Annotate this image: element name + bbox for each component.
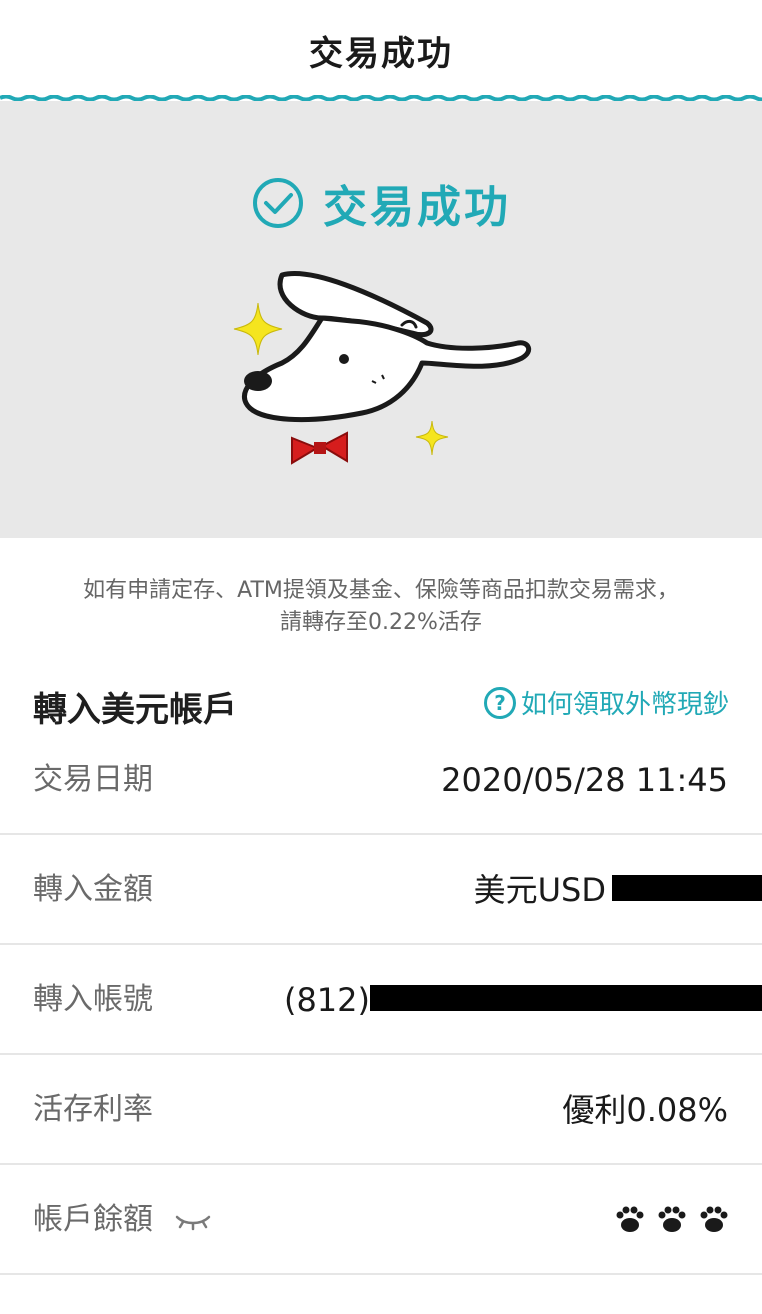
question-circle-icon: ? xyxy=(483,686,516,719)
success-banner: 交易成功 xyxy=(0,173,762,233)
row-label-wrap: 帳戶餘額 xyxy=(33,1165,213,1275)
row-divider xyxy=(0,1273,762,1275)
notice-line-2: 請轉存至0.22%活存 xyxy=(280,610,482,635)
row-label: 帳戶餘額 xyxy=(33,1202,153,1237)
success-text: 交易成功 xyxy=(323,182,511,233)
row-value: 2020/05/28 11:45 xyxy=(441,761,728,799)
row-label: 轉入金額 xyxy=(33,872,153,907)
redaction-bar xyxy=(370,985,762,1011)
row-transfer-account: 轉入帳號 (812) xyxy=(0,945,762,1055)
section-title: 轉入美元帳戶 xyxy=(33,690,237,730)
row-account-balance: 帳戶餘額 xyxy=(0,1165,762,1275)
page-title: 交易成功 xyxy=(309,34,453,74)
row-transaction-date: 交易日期 2020/05/28 11:45 xyxy=(0,725,762,835)
paw-icon xyxy=(700,1206,728,1232)
row-value: (812) xyxy=(283,981,370,1019)
paw-icon xyxy=(658,1206,686,1232)
section-header: 轉入美元帳戶 ? 如何領取外幣現鈔 xyxy=(33,680,729,730)
row-value: 優利0.08% xyxy=(562,1091,728,1129)
check-circle-icon xyxy=(253,178,303,228)
dog-mascot-illustration xyxy=(233,271,532,465)
hidden-balance xyxy=(614,1165,730,1275)
notice-text: 如有申請定存、ATM提領及基金、保險等商品扣款交易需求， 請轉存至0.22%活存 xyxy=(0,575,762,639)
row-value: 美元USD xyxy=(473,871,606,909)
row-transfer-amount: 轉入金額 美元USD xyxy=(0,835,762,945)
success-hero: 交易成功 xyxy=(0,101,762,538)
notice-line-1: 如有申請定存、ATM提領及基金、保險等商品扣款交易需求， xyxy=(83,578,679,603)
row-label: 交易日期 xyxy=(33,762,153,797)
foreign-cash-help-link[interactable]: ? 如何領取外幣現鈔 xyxy=(483,684,729,721)
svg-text:?: ? xyxy=(494,691,506,715)
top-bar: 交易成功 xyxy=(0,0,762,101)
row-interest-rate: 活存利率 優利0.08% xyxy=(0,1055,762,1165)
help-link-label: 如何領取外幣現鈔 xyxy=(520,690,729,720)
paw-icon xyxy=(616,1206,644,1232)
row-label: 轉入帳號 xyxy=(33,982,153,1017)
redaction-bar xyxy=(612,875,762,901)
eye-closed-icon[interactable] xyxy=(173,1211,213,1231)
row-label: 活存利率 xyxy=(33,1092,153,1127)
